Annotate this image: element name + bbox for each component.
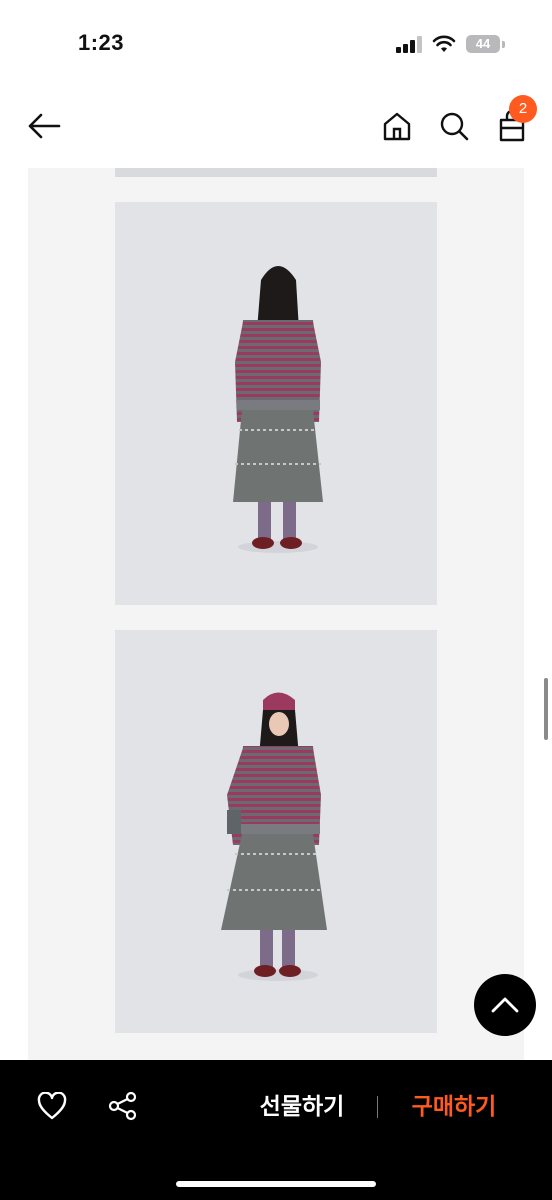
buy-button[interactable]: 구매하기 (402, 1086, 506, 1126)
share-icon[interactable] (106, 1089, 140, 1123)
cellular-signal-icon (396, 36, 424, 53)
home-indicator (176, 1181, 376, 1187)
cart-count-badge: 2 (509, 95, 537, 123)
gift-button[interactable]: 선물하기 (250, 1086, 354, 1126)
bottom-action-bar (0, 1060, 552, 1200)
product-image-back-view (115, 202, 437, 605)
button-divider (377, 1096, 378, 1118)
product-image-partial (115, 168, 437, 177)
home-icon[interactable] (379, 108, 415, 144)
scroll-to-top-button[interactable] (474, 974, 536, 1036)
status-bar: 1:23 44 (0, 0, 552, 90)
wifi-icon (432, 35, 456, 53)
product-detail-content[interactable] (28, 168, 524, 1060)
back-arrow-icon[interactable] (26, 108, 62, 144)
battery-tip (502, 41, 505, 48)
scroll-indicator[interactable] (544, 678, 548, 740)
battery-level: 44 (475, 36, 491, 51)
battery-icon: 44 (466, 35, 500, 53)
chevron-up-icon (491, 997, 519, 1013)
status-time: 1:23 (78, 30, 125, 55)
search-icon[interactable] (436, 108, 472, 144)
heart-icon[interactable] (35, 1089, 69, 1123)
product-image-front-view (115, 630, 437, 1033)
